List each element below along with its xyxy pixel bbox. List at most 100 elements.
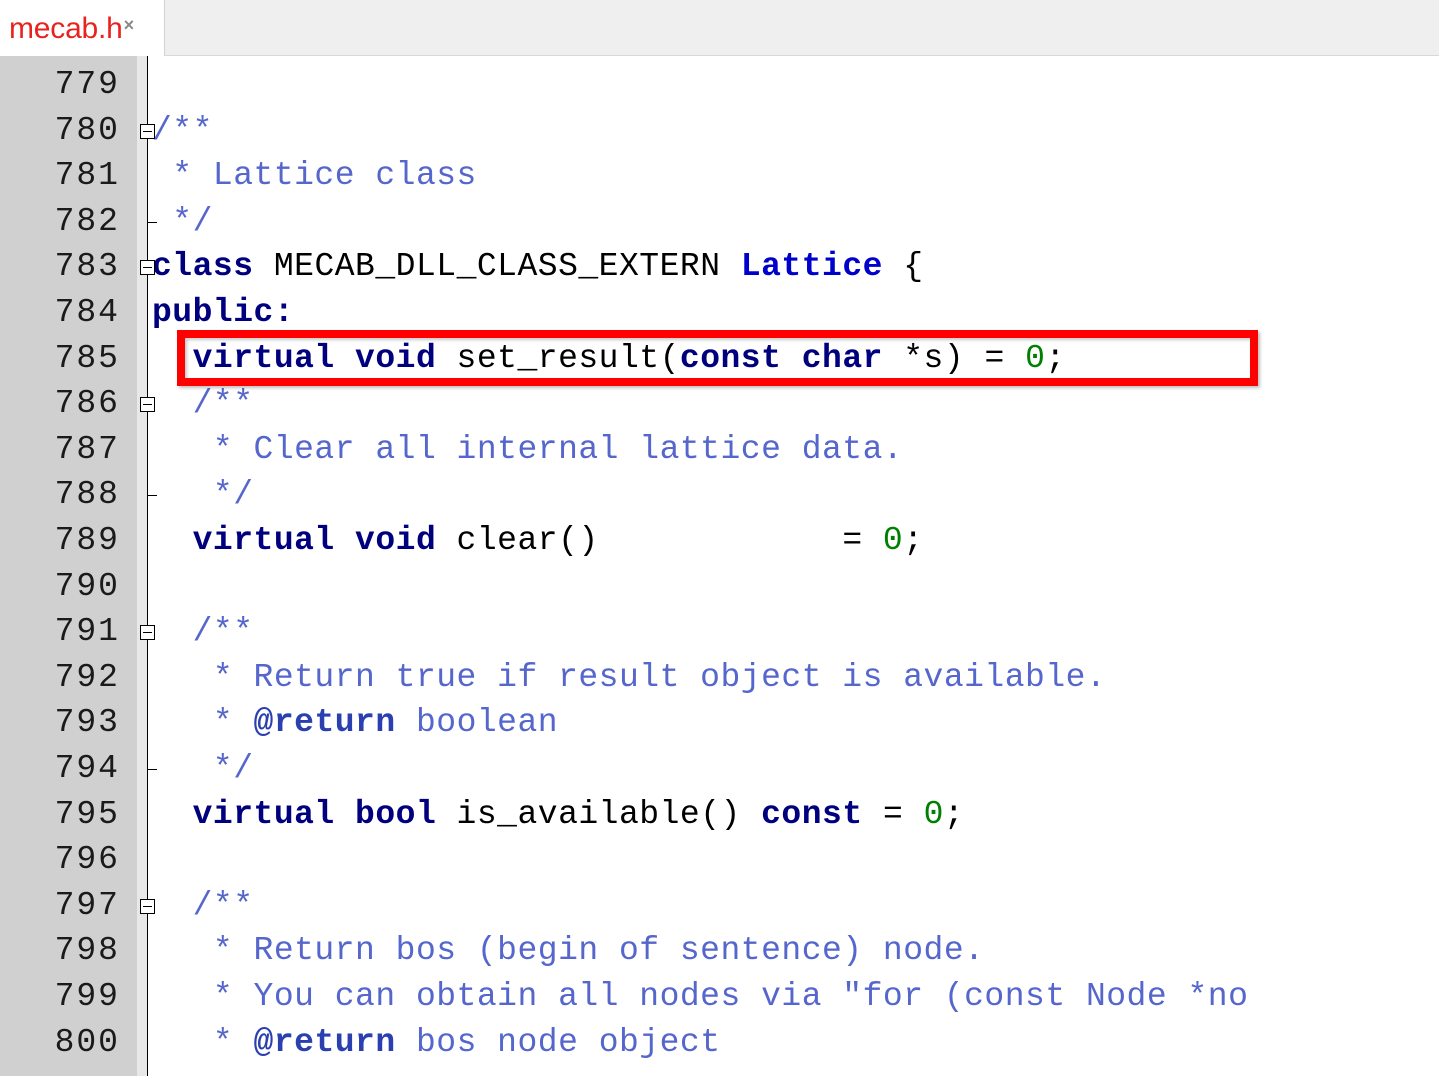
code-line[interactable]: 781 * Lattice class [0,153,1439,199]
code-text[interactable]: */ [152,746,254,792]
code-text[interactable]: * Return bos (begin of sentence) node. [152,928,984,974]
code-line[interactable]: 782 */ [0,199,1439,245]
code-line[interactable]: 798 * Return bos (begin of sentence) nod… [0,928,1439,974]
code-editor[interactable]: 779 780/** 781 * Lattice class 782 */783 cla… [0,56,1439,1076]
highlight-inner-shadow [185,338,1250,378]
code-token: 0 [923,795,944,833]
code-token: /** [152,613,254,651]
code-token: Lattice [740,248,883,286]
code-line[interactable]: 786 /** [0,381,1439,427]
code-text[interactable]: * Return true if result object is availa… [152,655,1106,701]
code-line[interactable]: 780 /** [0,108,1439,154]
line-number: 792 [54,658,120,696]
line-number: 791 [54,613,120,651]
code-token: @return [253,1023,396,1061]
code-text[interactable]: * Clear all internal lattice data. [152,427,903,473]
code-line[interactable]: 799 * You can obtain all nodes via "for … [0,974,1439,1020]
code-text[interactable]: * You can obtain all nodes via "for (con… [152,974,1248,1020]
fold-end-tick [148,769,157,770]
line-number: 789 [54,522,120,559]
code-text[interactable]: * @return bos node object [152,1020,721,1066]
code-token: virtual bool [192,795,437,833]
code-token: */ [152,750,254,787]
line-number: 787 [54,430,120,468]
code-line[interactable]: 793 * @return boolean [0,700,1439,746]
code-token: { [882,248,924,286]
code-token: bos node object [395,1023,721,1061]
tab-label: mecab.h [9,11,123,45]
tab-mecab-h[interactable]: mecab.h × [0,0,165,57]
code-token: clear() = [436,522,883,559]
line-number: 786 [54,385,120,423]
line-number: 800 [54,1023,120,1061]
code-token: */ [152,476,254,514]
code-text[interactable]: /** [152,609,254,655]
code-line[interactable]: 791 /** [0,609,1439,655]
highlight-annotation-box [177,329,1258,386]
line-number: 779 [54,66,120,103]
code-text[interactable]: * Lattice class [152,153,477,199]
code-token: ; [903,522,924,559]
code-line[interactable]: 795 virtual bool is_available() const = … [0,792,1439,838]
line-number: 788 [54,476,120,514]
fold-collapse-icon[interactable] [140,260,155,276]
code-text[interactable]: */ [152,472,254,518]
code-token: boolean [395,704,559,742]
code-line[interactable]: 797 /** [0,883,1439,929]
line-number: 796 [54,841,120,879]
line-number: 797 [54,886,120,924]
code-token: * [152,1023,254,1061]
code-token: 0 [882,522,904,559]
code-token: MECAB_DLL_CLASS_EXTERN [253,248,741,286]
code-token: class [152,248,254,286]
code-text[interactable]: /** [152,883,254,929]
code-token: /** [152,886,254,924]
code-token: * Return true if result object is availa… [152,658,1107,696]
code-line[interactable]: 800 * @return bos node object [0,1020,1439,1066]
fold-collapse-icon[interactable] [140,625,155,641]
code-text[interactable]: virtual bool is_available() const = 0; [152,792,964,838]
code-line[interactable]: 790 [0,564,1439,610]
code-text[interactable]: /** [152,381,254,427]
code-token: */ [152,202,213,240]
code-token: = [862,795,924,833]
line-number: 793 [54,704,120,742]
code-line[interactable]: 792 * Return true if result object is av… [0,655,1439,701]
code-token: * Lattice class [152,157,477,195]
code-text[interactable]: class MECAB_DLL_CLASS_EXTERN Lattice { [152,244,924,290]
code-token: * Clear all internal lattice data. [152,430,904,468]
code-token: * You can obtain all nodes via "for (con… [152,978,1249,1015]
code-line[interactable]: 788 */ [0,472,1439,518]
code-line[interactable]: 779 [0,62,1439,108]
code-text[interactable]: virtual void clear() = 0; [152,518,924,564]
close-icon[interactable]: × [124,15,135,36]
line-number: 794 [54,750,120,787]
line-number: 783 [54,248,120,286]
line-number: 780 [54,111,120,149]
code-token: @return [253,704,396,742]
code-token: * [152,704,254,742]
fold-end-tick [148,495,157,497]
code-token: is_available() [436,795,762,833]
code-line[interactable]: 794 */ [0,746,1439,792]
fold-collapse-icon[interactable] [140,898,155,914]
code-text[interactable]: */ [152,199,213,245]
tab-bar: mecab.h × [0,0,1439,57]
fold-collapse-icon[interactable] [140,123,155,139]
fold-end-tick [148,221,157,223]
code-token: virtual void [192,522,437,559]
code-token: public: [152,294,295,331]
code-line[interactable]: 796 [0,837,1439,883]
code-text[interactable]: /** [152,108,213,154]
code-line[interactable]: 789 virtual void clear() = 0; [0,518,1439,564]
code-line[interactable]: 787 * Clear all internal lattice data. [0,427,1439,473]
code-text[interactable]: * @return boolean [152,700,558,746]
line-number: 790 [54,567,120,605]
line-number: 784 [54,294,120,331]
code-token: const [761,795,863,833]
fold-collapse-icon[interactable] [140,397,155,413]
line-number: 799 [54,978,120,1015]
code-line[interactable]: 783 class MECAB_DLL_CLASS_EXTERN Lattice … [0,244,1439,290]
